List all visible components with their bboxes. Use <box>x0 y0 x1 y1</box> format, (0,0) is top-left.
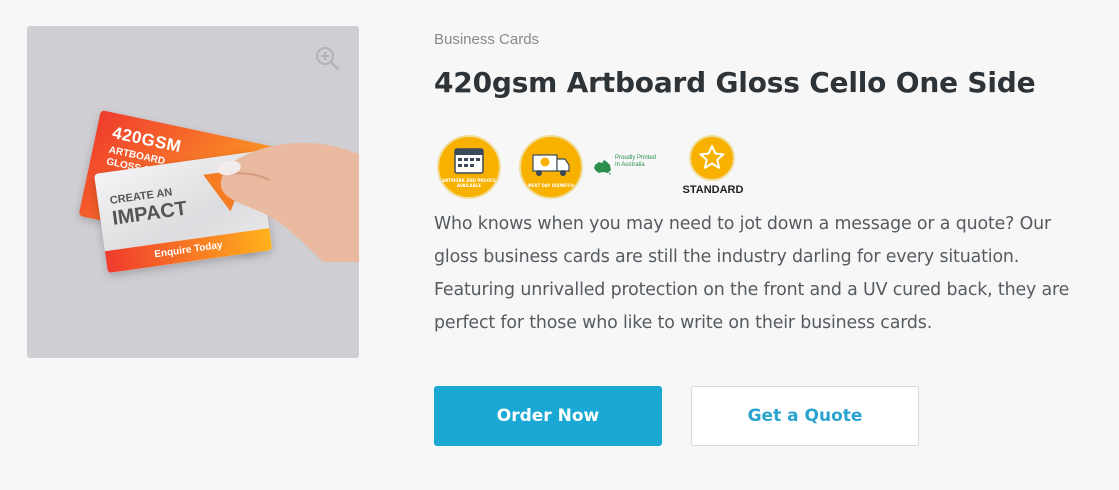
next-day-dispatch-badge: NEXT DAY DISPATCH <box>519 135 583 199</box>
truck-icon <box>532 154 570 176</box>
standard-label: STANDARD <box>682 184 744 196</box>
product-category[interactable]: Business Cards <box>434 31 539 48</box>
card-tagline: CREATE AN IMPACT <box>109 184 188 229</box>
hand-illustration <box>217 142 359 262</box>
australia-text-line2: In Australia <box>615 162 645 168</box>
zoom-in-icon[interactable] <box>314 45 340 71</box>
next-day-dispatch-text: NEXT DAY DISPATCH <box>528 183 574 188</box>
printed-in-australia-badge: Proudly Printed In Australia <box>593 153 673 183</box>
australia-map-icon <box>594 160 611 175</box>
order-now-button[interactable]: Order Now <box>434 386 662 446</box>
australia-text-line1: Proudly Printed <box>615 155 657 161</box>
artwork-proofs-text: ARTWORK AND PROOFS AVAILABLE <box>442 178 496 188</box>
calendar-icon <box>454 148 484 174</box>
product-image[interactable]: 420GSM ARTBOARD GLOSS 1 SIDE CREATE AN I… <box>27 26 359 358</box>
star-icon <box>699 145 725 169</box>
product-title: 420gsm Artboard Gloss Cello One Side <box>434 66 1036 99</box>
australia-text: Proudly Printed In Australia <box>615 155 656 169</box>
standard-badge: STANDARD <box>673 135 749 201</box>
artwork-proofs-badge: ARTWORK AND PROOFS AVAILABLE <box>437 135 501 199</box>
product-description: Who knows when you may need to jot down … <box>434 214 1070 333</box>
get-a-quote-button[interactable]: Get a Quote <box>691 386 919 446</box>
